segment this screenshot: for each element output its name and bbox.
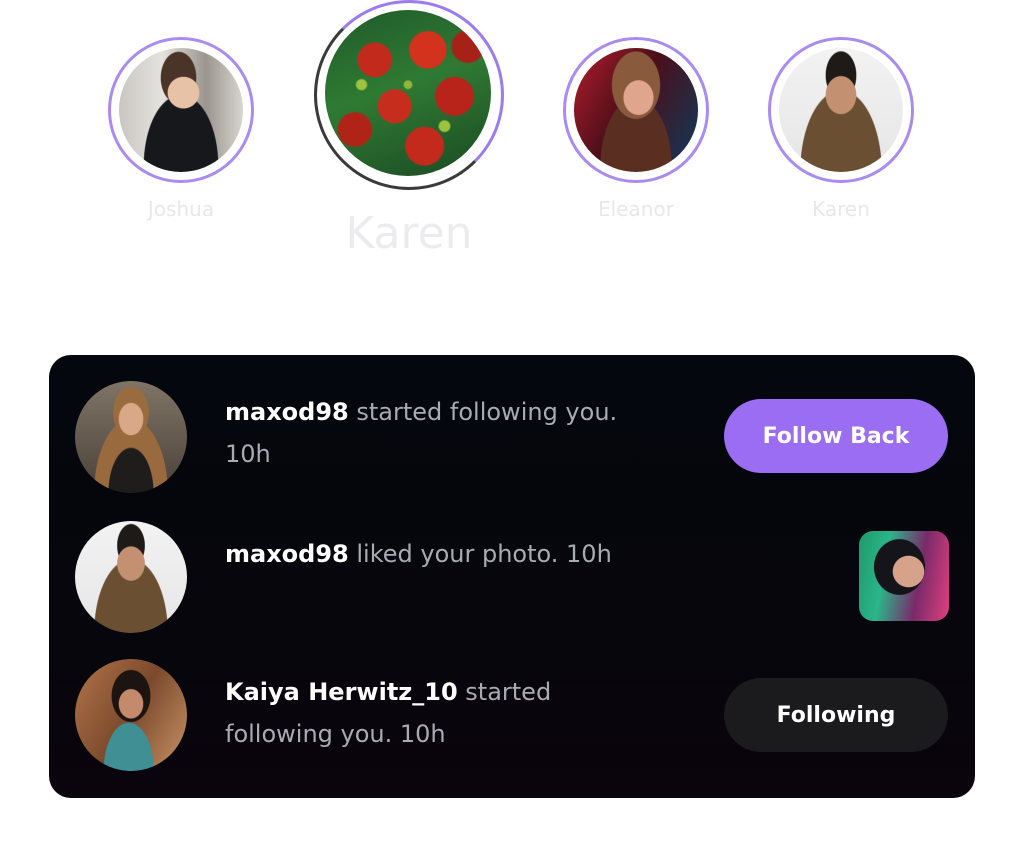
- man-glasses-portrait-icon: [779, 48, 903, 172]
- man-glasses-portrait-icon[interactable]: [75, 521, 187, 633]
- notification-item: Kaiya Herwitz_10 started following you. …: [49, 659, 975, 771]
- woman-office-portrait-icon: [119, 48, 243, 172]
- follow-back-button[interactable]: Follow Back: [724, 399, 948, 473]
- notification-item: maxod98 started following you. 10h Follo…: [49, 381, 975, 493]
- woman-teal-top-portrait-icon[interactable]: [75, 659, 187, 771]
- woman-neon-portrait-icon: [574, 48, 698, 172]
- notification-username[interactable]: maxod98: [225, 398, 349, 426]
- story-karen-active[interactable]: Karen: [314, 0, 504, 262]
- notification-text: Kaiya Herwitz_10 started following you. …: [225, 671, 635, 755]
- story-name: Eleanor: [598, 197, 674, 221]
- story-name: Karen: [812, 197, 870, 221]
- following-button[interactable]: Following: [724, 678, 948, 752]
- page: Joshua Karen Eleanor Karen maxod98 start…: [0, 0, 1024, 847]
- notification-item: maxod98 liked your photo. 10h: [49, 521, 975, 633]
- notifications-card: maxod98 started following you. 10h Follo…: [49, 355, 975, 798]
- notification-username[interactable]: maxod98: [225, 540, 349, 568]
- notification-username[interactable]: Kaiya Herwitz_10: [225, 678, 458, 706]
- story-name: Karen: [345, 208, 473, 259]
- woman-rgb-light-photo-icon[interactable]: [859, 531, 949, 621]
- woman-apron-portrait-icon[interactable]: [75, 381, 187, 493]
- red-flowers-photo-icon: [325, 10, 491, 176]
- notification-message: liked your photo. 10h: [348, 540, 612, 568]
- story-karen[interactable]: Karen: [768, 37, 914, 227]
- story-eleanor[interactable]: Eleanor: [563, 37, 709, 227]
- story-joshua[interactable]: Joshua: [108, 37, 254, 227]
- notification-text: maxod98 liked your photo. 10h: [225, 533, 635, 575]
- story-name: Joshua: [147, 197, 215, 221]
- notification-text: maxod98 started following you. 10h: [225, 391, 635, 475]
